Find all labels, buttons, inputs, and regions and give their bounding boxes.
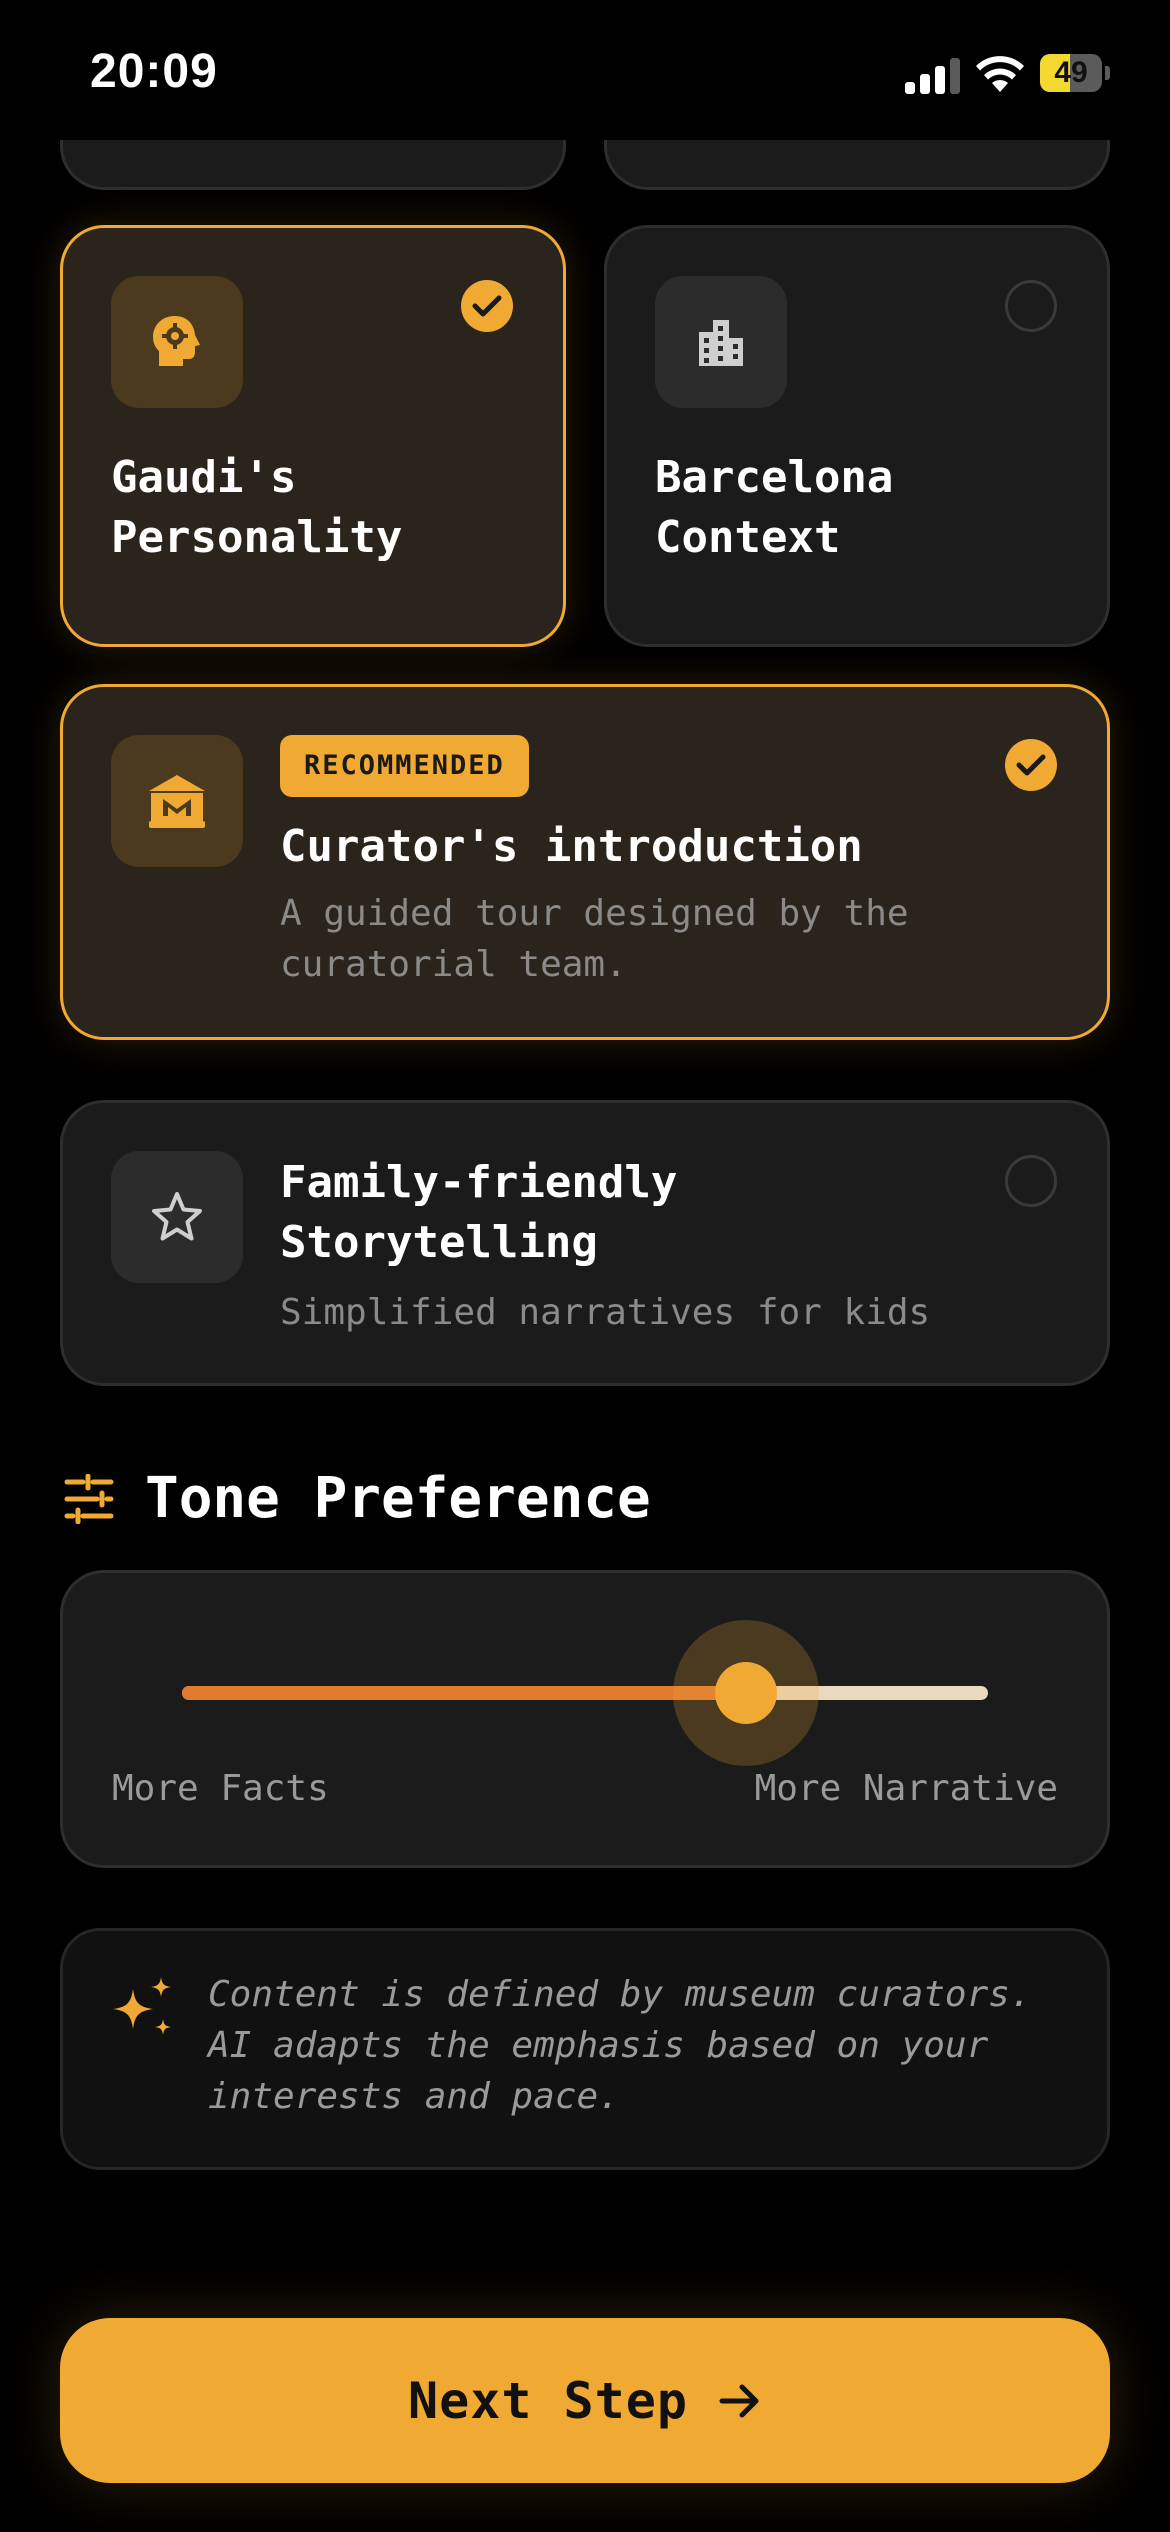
head-gear-icon <box>111 276 243 408</box>
info-card: Content is defined by museum curators. A… <box>60 1928 1110 2170</box>
tone-slider-track[interactable] <box>182 1686 988 1700</box>
card-title: Barcelona Context <box>655 452 894 563</box>
slider-label-narrative: More Narrative <box>754 1768 1058 1809</box>
museum-icon <box>111 735 243 867</box>
card-description: A guided tour designed by the curatorial… <box>280 893 909 985</box>
tone-slider-card <box>60 1570 1110 1868</box>
battery-icon: 49 <box>1040 54 1110 92</box>
selected-check-icon <box>1005 739 1057 791</box>
slider-label-facts: More Facts <box>112 1768 329 1809</box>
status-time: 20:09 <box>90 45 218 98</box>
card-description: Simplified narratives for kids <box>280 1292 931 1333</box>
info-text: Content is defined by museum curators. A… <box>208 1974 1032 2117</box>
next-step-button[interactable]: Next Step <box>60 2318 1110 2483</box>
card-family-storytelling[interactable]: Family-friendly Storytelling Simplified … <box>60 1100 1110 1386</box>
radio-unselected <box>1005 1155 1057 1207</box>
card-barcelona-context[interactable]: Barcelona Context <box>604 225 1110 647</box>
arrow-right-icon <box>719 2384 759 2417</box>
card-title: Curator's introduction <box>280 821 863 872</box>
card-title: Gaudi's Personality <box>111 452 403 563</box>
radio-unselected <box>1005 280 1057 332</box>
card-gaudi-personality[interactable]: Gaudi's Personality <box>60 225 566 647</box>
card-title: Family-friendly Storytelling <box>280 1157 678 1268</box>
sparkle-icon <box>113 1977 171 2035</box>
sliders-icon <box>64 1474 114 1524</box>
building-icon <box>655 276 787 408</box>
next-step-label: Next Step <box>408 2371 688 2430</box>
recommended-badge: RECOMMENDED <box>280 735 529 797</box>
battery-percent: 49 <box>1054 56 1088 89</box>
section-title-tone-preference: Tone Preference <box>145 1466 651 1531</box>
tone-slider-thumb[interactable] <box>715 1662 778 1724</box>
wifi-icon <box>976 56 1024 92</box>
cellular-signal-icon <box>905 56 961 94</box>
card-curator-introduction[interactable]: RECOMMENDED Curator's introduction A gui… <box>60 684 1110 1040</box>
tone-slider-fill <box>182 1686 747 1700</box>
status-bar: 20:09 49 <box>0 0 1170 140</box>
selected-check-icon <box>461 280 513 332</box>
star-icon <box>111 1151 243 1283</box>
